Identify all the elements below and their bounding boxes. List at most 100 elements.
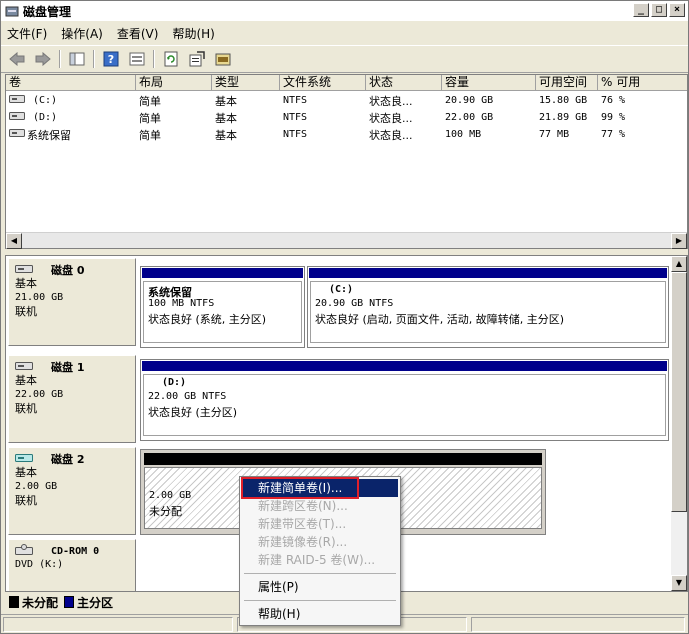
drive-icon: [9, 111, 25, 124]
partition-size: 20.90 GB NTFS: [315, 298, 394, 309]
volume-type: 基本: [215, 128, 237, 142]
drive-icon: [9, 128, 25, 141]
partition-name: (C:): [329, 284, 354, 295]
wizard-icon[interactable]: [213, 49, 233, 69]
disk-name: 磁盘 0: [51, 264, 85, 277]
status-segment: [3, 617, 233, 632]
menu-file[interactable]: 文件(F): [7, 25, 47, 42]
partition-status: 状态良好 (系统, 主分区): [148, 313, 267, 326]
disk-state: 联机: [15, 402, 37, 415]
legend-unallocated-swatch: [9, 596, 19, 608]
menu-new-striped-volume: 新建带区卷(T)...: [258, 517, 347, 531]
column-layout[interactable]: 布局: [136, 75, 212, 91]
column-volume[interactable]: 卷: [6, 75, 136, 91]
partition-size: 100 MB NTFS: [148, 298, 215, 309]
disk-size: 22.00 GB: [15, 389, 64, 400]
disk-state: 联机: [15, 494, 37, 507]
menu-action[interactable]: 操作(A): [61, 25, 103, 42]
refresh-icon[interactable]: [161, 49, 181, 69]
drive-icon: [9, 94, 25, 107]
partition-name: (D:): [162, 377, 187, 388]
disk-2-label[interactable]: 磁盘 2 基本 2.00 GB 联机: [8, 447, 136, 535]
menu-separator: [244, 573, 396, 574]
partition-c[interactable]: (C:) 20.90 GB NTFS 状态良好 (启动, 页面文件, 活动, 故…: [307, 266, 669, 348]
disk-icon: [15, 264, 33, 277]
horizontal-scrollbar[interactable]: ◀ ▶: [6, 232, 687, 249]
legend-unallocated-label: 未分配: [22, 595, 59, 610]
column-status[interactable]: 状态: [366, 75, 442, 91]
disk-1-label[interactable]: 磁盘 1 基本 22.00 GB 联机: [8, 355, 136, 443]
volume-capacity: 22.00 GB: [445, 112, 494, 123]
primary-partition-bar: [141, 267, 304, 279]
scroll-track[interactable]: [22, 233, 671, 248]
toolbar-separator: [59, 50, 61, 68]
primary-partition-bar: [308, 267, 668, 279]
scroll-down-icon[interactable]: ▼: [671, 575, 687, 591]
disk-type: 基本: [15, 466, 37, 479]
toolbar-separator: [93, 50, 95, 68]
volume-list-header: 卷 布局 类型 文件系统 状态 容量 可用空间 % 可用: [6, 75, 687, 91]
volume-list: 卷 布局 类型 文件系统 状态 容量 可用空间 % 可用 (C:) 简单 基本 …: [5, 74, 688, 249]
scroll-left-icon[interactable]: ◀: [6, 233, 22, 249]
close-button[interactable]: ×: [669, 3, 685, 17]
scroll-right-icon[interactable]: ▶: [671, 233, 687, 249]
disk-state: 联机: [15, 305, 37, 318]
column-capacity[interactable]: 容量: [442, 75, 536, 91]
menu-help[interactable]: 帮助(H): [172, 25, 214, 42]
column-type[interactable]: 类型: [212, 75, 280, 91]
properties-icon[interactable]: [187, 49, 207, 69]
toolbar: ?: [1, 45, 688, 73]
column-percent-free[interactable]: % 可用: [598, 75, 687, 91]
partition-name: 系统保留: [148, 286, 192, 299]
volume-filesystem: NTFS: [283, 112, 308, 123]
scroll-thumb[interactable]: [671, 272, 687, 512]
disk-icon: [15, 453, 33, 466]
panel-icon[interactable]: [67, 49, 87, 69]
toolbar-separator: [153, 50, 155, 68]
disk-name: 磁盘 1: [51, 361, 85, 374]
maximize-button[interactable]: □: [651, 3, 667, 17]
primary-partition-bar: [141, 360, 668, 372]
disk-icon: [15, 361, 33, 374]
menu-view[interactable]: 查看(V): [117, 25, 159, 42]
volume-row[interactable]: (D:) 简单 基本 NTFS 状态良... 22.00 GB 21.89 GB…: [6, 109, 687, 126]
volume-name: 系统保留: [27, 128, 71, 142]
menu-new-spanned-volume: 新建跨区卷(N)...: [258, 499, 348, 513]
vertical-scrollbar[interactable]: ▲ ▼: [671, 256, 687, 591]
volume-filesystem: NTFS: [283, 129, 308, 140]
volume-row[interactable]: (C:) 简单 基本 NTFS 状态良... 20.90 GB 15.80 GB…: [6, 92, 687, 109]
disk-management-window: 磁盘管理 _ □ × 文件(F) 操作(A) 查看(V) 帮助(H) ? 卷 布…: [0, 0, 689, 634]
volume-name: (C:): [33, 95, 58, 106]
svg-text:?: ?: [108, 53, 114, 66]
column-free-space[interactable]: 可用空间: [536, 75, 598, 91]
back-icon[interactable]: [7, 49, 27, 69]
partition-system-reserved[interactable]: 系统保留 100 MB NTFS 状态良好 (系统, 主分区): [140, 266, 305, 348]
scroll-up-icon[interactable]: ▲: [671, 256, 687, 272]
menu-separator: [244, 600, 396, 601]
volume-free-space: 15.80 GB: [539, 95, 588, 106]
scroll-track[interactable]: [671, 512, 687, 575]
menu-properties[interactable]: 属性(P): [242, 578, 398, 596]
minimize-button[interactable]: _: [633, 3, 649, 17]
volume-layout: 简单: [139, 111, 161, 125]
disk-type: 基本: [15, 277, 37, 290]
cdrom-0-label[interactable]: CD-ROM 0 DVD (K:): [8, 539, 136, 591]
menu-bar: 文件(F) 操作(A) 查看(V) 帮助(H): [1, 22, 688, 44]
menu-help-item[interactable]: 帮助(H): [242, 605, 398, 623]
window-title: 磁盘管理: [23, 4, 72, 19]
disk-name: CD-ROM 0: [51, 545, 100, 557]
disk-type: 基本: [15, 374, 37, 387]
view-icon[interactable]: [127, 49, 147, 69]
highlight-annotation-box: [241, 477, 359, 499]
help-icon[interactable]: ?: [101, 49, 121, 69]
partition-status: 状态良好 (启动, 页面文件, 活动, 故障转储, 主分区): [315, 313, 565, 326]
title-bar: 磁盘管理 _ □ ×: [1, 1, 688, 21]
volume-layout: 简单: [139, 94, 161, 108]
disk-0-label[interactable]: 磁盘 0 基本 21.00 GB 联机: [8, 258, 136, 346]
cdrom-icon: [15, 543, 33, 559]
disk-name: 磁盘 2: [51, 453, 85, 466]
partition-d[interactable]: (D:) 22.00 GB NTFS 状态良好 (主分区): [140, 359, 669, 441]
volume-row[interactable]: 系统保留 简单 基本 NTFS 状态良... 100 MB 77 MB 77 %: [6, 126, 687, 143]
column-filesystem[interactable]: 文件系统: [280, 75, 366, 91]
forward-icon[interactable]: [33, 49, 53, 69]
